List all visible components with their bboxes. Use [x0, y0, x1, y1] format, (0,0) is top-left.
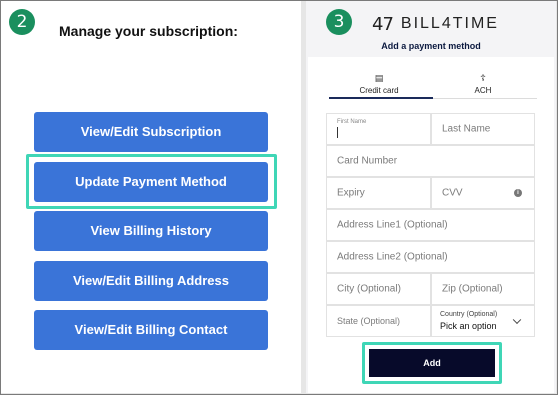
- chevron-down-icon: [512, 315, 522, 325]
- state-field[interactable]: State (Optional): [326, 305, 431, 337]
- view-edit-subscription-button[interactable]: View/Edit Subscription: [34, 112, 268, 152]
- update-payment-method-button[interactable]: Update Payment Method: [34, 162, 268, 202]
- first-name-label: First Name: [337, 119, 367, 125]
- add-payment-method-title: Add a payment method: [381, 41, 481, 51]
- tab-credit-card-label: Credit card: [359, 86, 399, 95]
- credit-card-icon: ▤: [374, 74, 384, 84]
- step-badge-3: 3: [326, 9, 352, 35]
- country-label: Country (Optional): [440, 311, 498, 318]
- manage-subscription-panel: 2 Manage your subscription: View/Edit Su…: [1, 1, 301, 393]
- first-name-field[interactable]: First Name: [326, 113, 431, 145]
- address-line2-placeholder: Address Line2 (Optional): [337, 251, 448, 263]
- country-selected-value: Pick an option: [440, 321, 497, 331]
- manage-subscription-title: Manage your subscription:: [59, 23, 238, 39]
- address-line1-placeholder: Address Line1 (Optional): [337, 219, 448, 231]
- tab-ach-label: ACH: [474, 86, 492, 95]
- expiry-placeholder: Expiry: [337, 187, 365, 199]
- cvv-placeholder: CVV: [442, 187, 463, 199]
- bank-icon: ☦: [480, 74, 486, 84]
- payment-method-panel: 3 47 BILL4TIME Add a payment method ▤ Cr…: [306, 1, 556, 393]
- active-tab-indicator: [329, 97, 433, 99]
- country-select[interactable]: Country (Optional) Pick an option: [431, 305, 535, 337]
- add-button[interactable]: Add: [369, 349, 495, 377]
- last-name-field[interactable]: Last Name: [431, 113, 535, 145]
- view-billing-history-button[interactable]: View Billing History: [34, 211, 268, 251]
- view-edit-billing-address-button[interactable]: View/Edit Billing Address: [34, 261, 268, 301]
- address-line1-field[interactable]: Address Line1 (Optional): [326, 209, 535, 241]
- text-cursor: [337, 127, 338, 138]
- logo-mark: 47: [372, 13, 394, 35]
- card-number-placeholder: Card Number: [337, 155, 398, 167]
- cvv-field[interactable]: CVV i: [431, 177, 535, 209]
- state-placeholder: State (Optional): [337, 316, 401, 326]
- tab-divider: [433, 98, 537, 99]
- zip-field[interactable]: Zip (Optional): [431, 273, 535, 305]
- zip-placeholder: Zip (Optional): [442, 283, 503, 295]
- city-field[interactable]: City (Optional): [326, 273, 431, 305]
- card-number-field[interactable]: Card Number: [326, 145, 535, 177]
- address-line2-field[interactable]: Address Line2 (Optional): [326, 241, 535, 273]
- brand-name: BILL4TIME: [400, 15, 499, 32]
- expiry-field[interactable]: Expiry: [326, 177, 431, 209]
- info-icon[interactable]: i: [514, 189, 522, 197]
- tab-ach[interactable]: ☦ ACH: [433, 74, 533, 96]
- step-badge-2: 2: [9, 9, 35, 35]
- view-edit-billing-contact-button[interactable]: View/Edit Billing Contact: [34, 310, 268, 350]
- last-name-placeholder: Last Name: [442, 123, 491, 135]
- brand-logo: 47 BILL4TIME: [372, 13, 499, 35]
- city-placeholder: City (Optional): [337, 283, 401, 295]
- tab-credit-card[interactable]: ▤ Credit card: [329, 74, 429, 96]
